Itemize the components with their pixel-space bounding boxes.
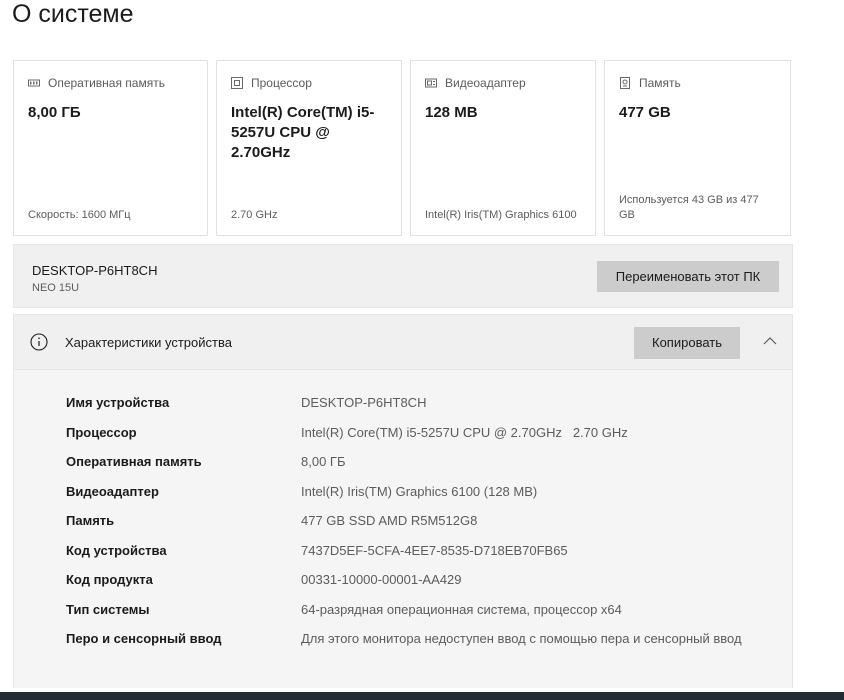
- card-value: 8,00 ГБ: [28, 104, 81, 121]
- spec-value: Intel(R) Core(TM) i5-5257U CPU @ 2.70GHz…: [301, 425, 628, 440]
- spec-value: 64-разрядная операционная система, проце…: [301, 602, 622, 617]
- spec-label: Процессор: [66, 425, 137, 440]
- spec-label: Тип системы: [66, 602, 150, 617]
- card-foot: Скорость: 1600 МГц: [28, 209, 131, 221]
- about-system-page: О системе Оперативная память 8,00 ГБ Ско…: [0, 0, 844, 700]
- storage-card: Память 477 GB Используется 43 GB из 477 …: [604, 60, 791, 236]
- card-label: Оперативная память: [48, 76, 165, 90]
- spec-value: 477 GB SSD AMD R5M512G8: [301, 513, 478, 528]
- spec-label: Перо и сенсорный ввод: [66, 631, 222, 646]
- video-adapter-icon: [425, 77, 437, 89]
- copy-button[interactable]: Копировать: [634, 327, 740, 359]
- video-adapter-card: Видеоадаптер 128 MB Intel(R) Iris(TM) Gr…: [410, 60, 596, 236]
- device-specs-title: Характеристики устройства: [65, 335, 232, 350]
- processor-icon: [231, 77, 243, 89]
- device-row: DESKTOP-P6HT8CH NEO 15U Переименовать эт…: [13, 244, 793, 308]
- info-icon: [30, 333, 48, 351]
- spec-label: Код продукта: [66, 572, 153, 587]
- spec-value: Intel(R) Iris(TM) Graphics 6100 (128 MB): [301, 484, 538, 499]
- chevron-up-icon[interactable]: [762, 334, 778, 346]
- device-name: DESKTOP-P6HT8CH: [32, 263, 158, 278]
- spec-label: Оперативная память: [66, 454, 202, 469]
- card-foot: Используется 43 GB из 477 GB: [619, 194, 759, 221]
- device-model: NEO 15U: [32, 282, 80, 294]
- rename-pc-button[interactable]: Переименовать этот ПК: [597, 261, 779, 292]
- memory-icon: [28, 77, 40, 89]
- processor-card: Процессор Intel(R) Core(TM) i5-5257U CPU…: [216, 60, 402, 236]
- spec-label: Код устройства: [66, 543, 167, 558]
- card-foot: 2.70 GHz: [231, 209, 278, 221]
- card-value: Intel(R) Core(TM) i5-5257U CPU @ 2.70GHz: [231, 104, 375, 161]
- card-label: Процессор: [251, 76, 312, 90]
- spec-label: Видеоадаптер: [66, 484, 159, 499]
- ram-card: Оперативная память 8,00 ГБ Скорость: 160…: [13, 60, 208, 236]
- card-value: 128 MB: [425, 104, 478, 121]
- storage-icon: [619, 77, 631, 89]
- spec-value: 8,00 ГБ: [301, 454, 346, 469]
- spec-value: Для этого монитора недоступен ввод с пом…: [301, 631, 742, 646]
- page-title: О системе: [12, 0, 134, 28]
- spec-value: 00331-10000-00001-AA429: [301, 572, 462, 587]
- card-value: 477 GB: [619, 104, 671, 121]
- spec-label: Память: [66, 513, 115, 528]
- spec-value: DESKTOP-P6HT8CH: [301, 395, 427, 410]
- spec-value: 7437D5EF-5CFA-4EE7-8535-D718EB70FB65: [301, 543, 568, 558]
- device-specs-body: Имя устройства DESKTOP-P6HT8CH Процессор…: [13, 370, 793, 688]
- card-foot: Intel(R) Iris(TM) Graphics 6100: [425, 209, 577, 221]
- card-label: Видеоадаптер: [445, 76, 526, 90]
- spec-label: Имя устройства: [66, 395, 170, 410]
- taskbar-edge: [0, 692, 844, 700]
- card-label: Память: [639, 76, 681, 90]
- device-specs-header[interactable]: Характеристики устройства Копировать: [13, 314, 793, 370]
